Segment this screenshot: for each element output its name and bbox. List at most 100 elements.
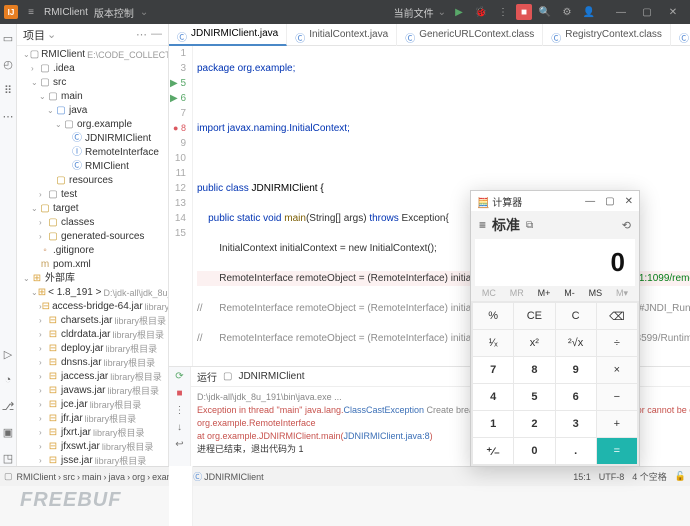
tree-item[interactable]: jaccess.jar: [61, 370, 108, 384]
tree-item[interactable]: jsse.jar: [61, 454, 93, 466]
calc-ms[interactable]: MS: [589, 288, 603, 299]
tree-item[interactable]: main: [61, 90, 83, 104]
tab-genericurlcontext[interactable]: ⒸGenericURLContext.class: [397, 24, 543, 46]
more-actions-icon[interactable]: ⋮: [494, 4, 512, 20]
debug-tool-icon[interactable]: ◔: [0, 372, 16, 388]
run-config-name[interactable]: JDNIRMIClient: [238, 371, 304, 382]
calc-mc[interactable]: MC: [482, 288, 496, 299]
settings-icon[interactable]: ⚙: [558, 4, 576, 20]
tree-item[interactable]: target: [53, 202, 79, 216]
calc-4[interactable]: 4: [473, 384, 513, 410]
tree-item[interactable]: jce.jar: [61, 398, 88, 412]
avatar-icon[interactable]: 👤: [580, 4, 598, 20]
vcs-menu[interactable]: 版本控制: [94, 5, 134, 20]
calc-9[interactable]: 9: [556, 357, 596, 383]
calc-1[interactable]: 1: [473, 411, 513, 437]
tab-initialcontext[interactable]: ⒸInitialContext.java: [287, 24, 397, 46]
tree-item[interactable]: deploy.jar: [61, 342, 104, 356]
debug-icon[interactable]: 🐞: [472, 4, 490, 20]
tree-item[interactable]: generated-sources: [61, 230, 144, 244]
status-menu-icon[interactable]: ▢: [4, 471, 13, 482]
calc-2[interactable]: 2: [514, 411, 554, 437]
project-name[interactable]: RMIClient: [44, 7, 88, 18]
commit-tool-icon[interactable]: ◴: [0, 56, 16, 72]
run-icon[interactable]: ▶: [450, 4, 468, 20]
run-tool-icon[interactable]: ▷: [0, 346, 16, 362]
calc-c[interactable]: C: [556, 303, 596, 329]
tree-item[interactable]: JDNIRMIClient: [85, 132, 151, 146]
tree-item[interactable]: RemoteInterface: [85, 146, 159, 160]
tree-item[interactable]: src: [53, 76, 66, 90]
tree-item[interactable]: org.example: [77, 118, 132, 132]
calc-mr[interactable]: MR: [510, 288, 524, 299]
calc-0[interactable]: 0: [514, 438, 554, 464]
tree-item[interactable]: .idea: [53, 62, 75, 76]
current-file-selector[interactable]: 当前文件: [394, 5, 434, 20]
problems-tool-icon[interactable]: ◳: [0, 450, 16, 466]
tree-root[interactable]: RMIClient: [41, 48, 85, 62]
calc-equals[interactable]: =: [597, 438, 637, 464]
calc-3[interactable]: 3: [556, 411, 596, 437]
more-tool-icon[interactable]: ⋯: [0, 108, 16, 124]
tree-item[interactable]: cldrdata.jar: [61, 328, 110, 342]
tree-item[interactable]: classes: [61, 216, 94, 230]
tree-item[interactable]: pom.xml: [53, 258, 91, 272]
tree-item[interactable]: RMIClient: [85, 160, 129, 174]
tree-item[interactable]: access-bridge-64.jar: [52, 300, 143, 314]
calc-titlebar[interactable]: 🧮 计算器 — ▢ ✕: [471, 191, 639, 211]
search-icon[interactable]: 🔍: [536, 4, 554, 20]
stop-icon[interactable]: ■: [516, 4, 532, 20]
project-tool-icon[interactable]: ▭: [0, 30, 16, 46]
calc-mlist[interactable]: M▾: [616, 288, 628, 299]
tab-jdnirmiclient[interactable]: ⒸJDNIRMIClient.java: [169, 24, 287, 46]
tree-item[interactable]: 外部库: [45, 272, 75, 286]
run-settings-icon[interactable]: ⋮: [175, 405, 185, 416]
calc-plus[interactable]: +: [597, 411, 637, 437]
tree-item[interactable]: jfxrt.jar: [61, 426, 91, 440]
calc-decimal[interactable]: .: [556, 438, 596, 464]
tree-item[interactable]: resources: [69, 174, 113, 188]
calc-mplus[interactable]: M+: [538, 288, 551, 299]
tree-item[interactable]: jfr.jar: [61, 412, 83, 426]
calc-ce[interactable]: CE: [514, 303, 554, 329]
calc-minimize-icon[interactable]: —: [585, 196, 595, 207]
calc-7[interactable]: 7: [473, 357, 513, 383]
calculator-window[interactable]: 🧮 计算器 — ▢ ✕ ≡ 标准 ⧉ ⟲ 0 MC MR M+ M- MS M▾…: [470, 190, 640, 467]
project-tree[interactable]: ⌄▢RMIClientE:\CODE_COLLECT\Idea_java_Pro…: [17, 46, 168, 466]
calc-maximize-icon[interactable]: ▢: [605, 196, 614, 207]
collapse-icon[interactable]: ⋯: [136, 28, 147, 41]
terminal-tool-icon[interactable]: ▣: [0, 424, 16, 440]
rerun-icon[interactable]: ⟳: [175, 371, 183, 382]
tree-item[interactable]: charsets.jar: [61, 314, 113, 328]
calc-square[interactable]: x²: [514, 330, 554, 356]
calc-sqrt[interactable]: ²√x: [556, 330, 596, 356]
tree-item[interactable]: jfxswt.jar: [61, 440, 100, 454]
calc-mminus[interactable]: M-: [564, 288, 575, 299]
tab-registrycontext[interactable]: ⒸRegistryContext.class: [543, 24, 671, 46]
stop-run-icon[interactable]: ■: [176, 388, 182, 399]
calc-negate[interactable]: ⁺⁄₋: [473, 438, 513, 464]
maximize-icon[interactable]: ▢: [634, 2, 660, 22]
tree-item[interactable]: dnsns.jar: [61, 356, 102, 370]
close-icon[interactable]: ✕: [660, 2, 686, 22]
soft-wrap-icon[interactable]: ↩: [175, 439, 183, 450]
tree-item[interactable]: java: [69, 104, 87, 118]
menu-icon[interactable]: ≡: [24, 5, 38, 19]
scroll-end-icon[interactable]: ↓: [177, 422, 182, 433]
calc-5[interactable]: 5: [514, 384, 554, 410]
git-tool-icon[interactable]: ⎇: [0, 398, 16, 414]
calc-minus[interactable]: −: [597, 384, 637, 410]
calc-percent[interactable]: %: [473, 303, 513, 329]
calc-6[interactable]: 6: [556, 384, 596, 410]
calc-menu-icon[interactable]: ≡: [479, 218, 486, 232]
minimize-icon[interactable]: —: [608, 2, 634, 22]
structure-tool-icon[interactable]: ⠿: [0, 82, 16, 98]
calc-ontop-icon[interactable]: ⧉: [526, 220, 533, 231]
calc-multiply[interactable]: ×: [597, 357, 637, 383]
calc-backspace[interactable]: ⌫: [597, 303, 637, 329]
tree-item[interactable]: .gitignore: [53, 244, 94, 258]
calc-divide[interactable]: ÷: [597, 330, 637, 356]
tree-item[interactable]: < 1.8_191 >: [48, 286, 101, 300]
hide-panel-icon[interactable]: —: [151, 28, 162, 41]
tab-registryimplstub[interactable]: ⒸRegistryImpl_Stub.class: [671, 24, 690, 46]
